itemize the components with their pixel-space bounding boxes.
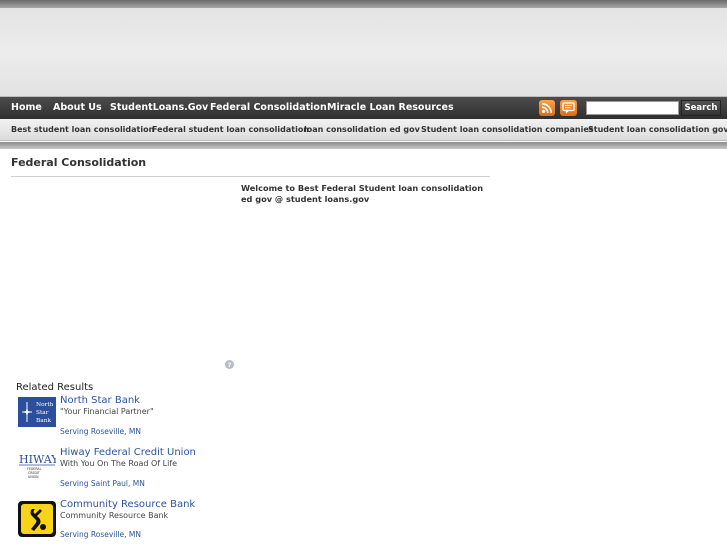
search-input[interactable] bbox=[586, 101, 679, 115]
svg-text:HIWAY: HIWAY bbox=[19, 453, 56, 466]
page-title: Federal Consolidation bbox=[11, 156, 147, 169]
nav-item-studentloans-gov[interactable]: StudentLoans.Gov bbox=[110, 97, 208, 119]
welcome-text: Welcome to Best Federal Student loan con… bbox=[241, 183, 484, 204]
info-icon[interactable]: ? bbox=[225, 360, 234, 369]
svg-text:?: ? bbox=[228, 361, 232, 369]
search-button[interactable]: Search bbox=[681, 100, 721, 116]
site-header bbox=[0, 8, 727, 97]
result-serving-location[interactable]: Serving Saint Paul, MN bbox=[60, 479, 145, 488]
hiway-credit-union-logo[interactable]: HIWAY FEDERAL CREDIT UNION bbox=[18, 449, 56, 479]
subnav-item-best-student-loan-consolidation[interactable]: Best student loan consolidation bbox=[11, 119, 154, 141]
svg-text:North: North bbox=[36, 402, 54, 408]
related-result-item: HIWAY FEDERAL CREDIT UNION Hiway Federal… bbox=[18, 447, 318, 495]
result-tagline: With You On The Road Of Life bbox=[60, 459, 178, 468]
subnav-item-student-loan-consolidation-gov[interactable]: Student loan consolidation gov bbox=[588, 119, 727, 141]
main-nav: Home About Us StudentLoans.Gov Federal C… bbox=[0, 97, 727, 119]
nav-item-about-us[interactable]: About Us bbox=[53, 97, 102, 119]
top-strip bbox=[0, 0, 727, 8]
title-divider bbox=[11, 176, 490, 177]
divider-band bbox=[0, 142, 727, 149]
subnav-item-student-loan-consolidation-companies[interactable]: Student loan consolidation companies bbox=[421, 119, 594, 141]
subnav-item-loan-consolidation-ed-gov[interactable]: loan consolidation ed gov bbox=[304, 119, 420, 141]
svg-text:UNION: UNION bbox=[28, 475, 39, 479]
related-result-item: North Star Bank North Star Bank "Your Fi… bbox=[18, 395, 318, 443]
result-tagline: "Your Financial Partner" bbox=[60, 407, 154, 416]
rss-icon[interactable] bbox=[539, 100, 555, 116]
related-results-heading: Related Results bbox=[16, 382, 94, 393]
nav-item-home[interactable]: Home bbox=[11, 97, 42, 119]
result-name-link[interactable]: Community Resource Bank bbox=[60, 499, 195, 510]
result-serving-location[interactable]: Serving Roseville, MN bbox=[60, 530, 141, 539]
result-serving-location[interactable]: Serving Roseville, MN bbox=[60, 427, 141, 436]
subnav-item-federal-student-loan-consolidation[interactable]: Federal student loan consolidation bbox=[152, 119, 309, 141]
yellow-pages-logo[interactable] bbox=[18, 501, 56, 537]
result-name-link[interactable]: Hiway Federal Credit Union bbox=[60, 447, 196, 458]
comments-feed-icon[interactable] bbox=[560, 100, 577, 116]
nav-item-federal-consolidation[interactable]: Federal Consolidation bbox=[210, 97, 327, 119]
nav-item-miracle-loan-resources[interactable]: Miracle Loan Resources bbox=[327, 97, 454, 119]
north-star-bank-logo[interactable]: North Star Bank bbox=[18, 397, 56, 427]
result-tagline: Community Resource Bank bbox=[60, 511, 169, 520]
related-result-item: Community Resource Bank Community Resour… bbox=[18, 499, 318, 545]
sub-nav: Best student loan consolidation Federal … bbox=[0, 119, 727, 141]
result-name-link[interactable]: North Star Bank bbox=[60, 395, 140, 406]
svg-text:Bank: Bank bbox=[36, 418, 51, 424]
svg-text:Star: Star bbox=[36, 410, 49, 416]
